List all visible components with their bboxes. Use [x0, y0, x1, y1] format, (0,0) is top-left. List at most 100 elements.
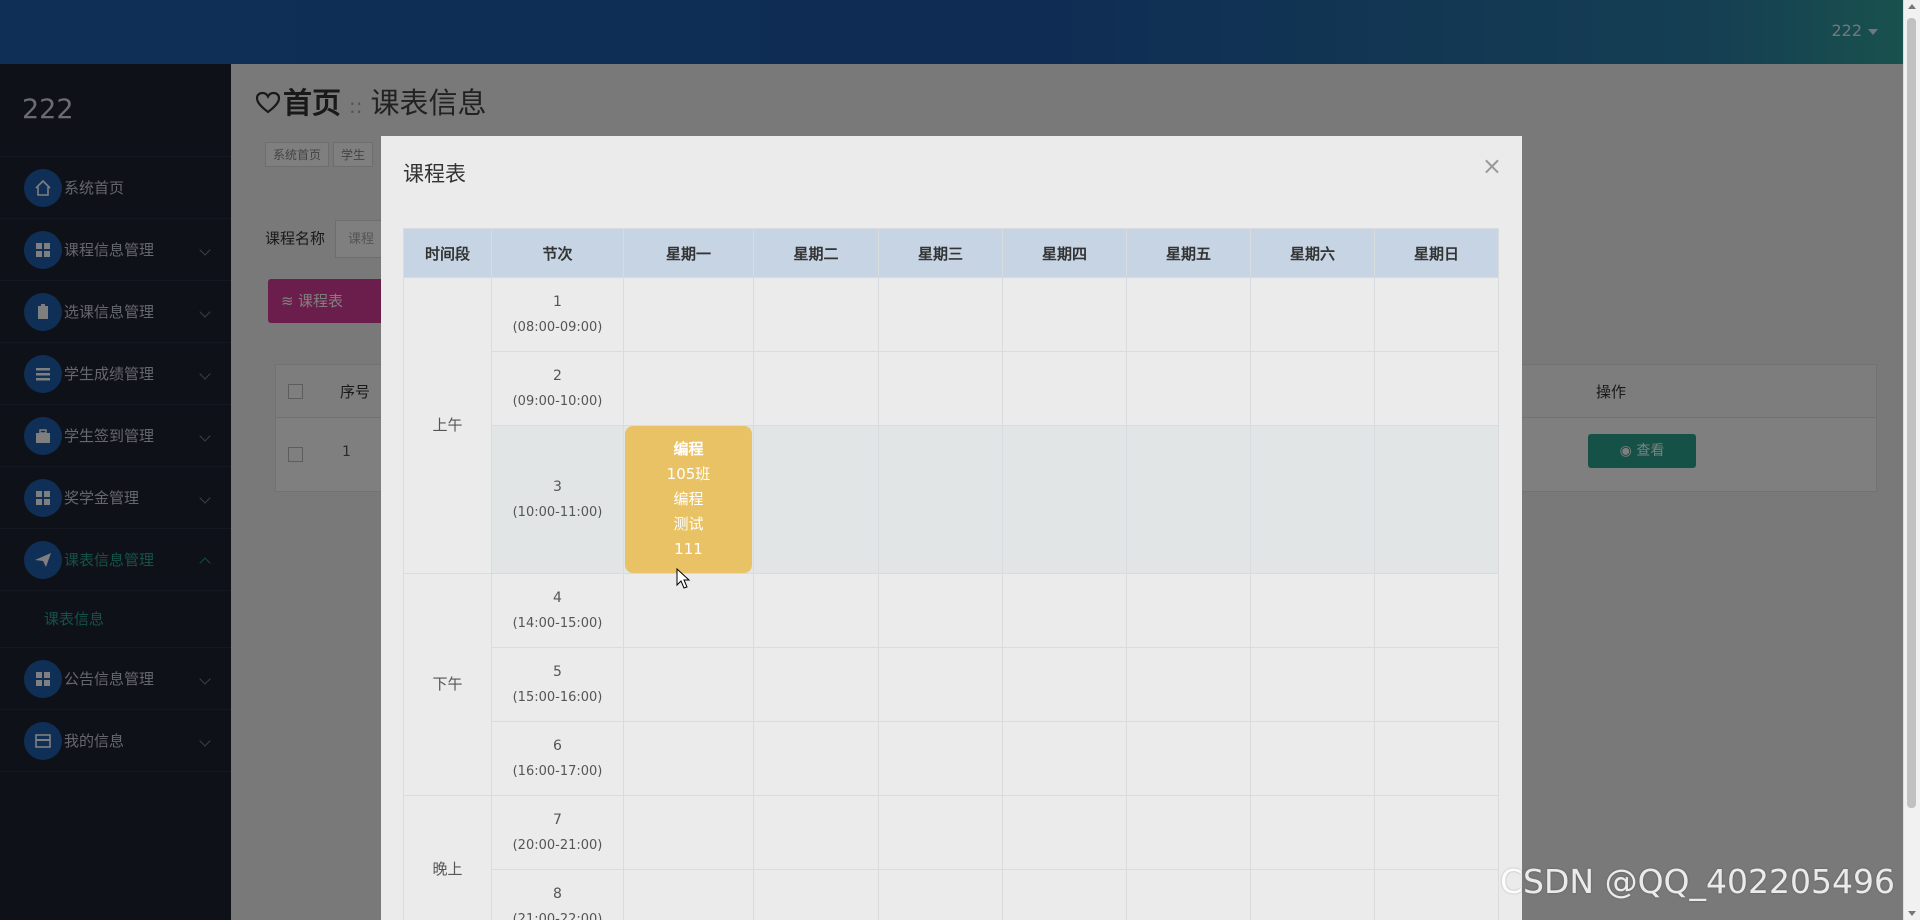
- slot-time: (15:00-16:00): [512, 689, 603, 705]
- schedule-cell[interactable]: [623, 721, 754, 796]
- schedule-cell[interactable]: [878, 351, 1003, 426]
- schedule-cell[interactable]: [1374, 647, 1499, 722]
- slot-time: (14:00-15:00): [512, 615, 603, 631]
- schedule-cell[interactable]: [1002, 869, 1127, 920]
- schedule-cell[interactable]: [753, 277, 879, 352]
- schedule-table: 时间段 节次 星期一 星期二 星期三 星期四 星期五 星期六 星期日 上午 1 (…: [403, 228, 1499, 920]
- schedule-cell[interactable]: [623, 277, 754, 352]
- close-icon[interactable]: ×: [1482, 152, 1502, 180]
- schedule-cell[interactable]: [878, 869, 1003, 920]
- course-room: 111: [674, 540, 703, 558]
- schedule-cell[interactable]: [1374, 277, 1499, 352]
- slot-cell: 8 (21:00-22:00): [491, 869, 624, 920]
- schedule-cell[interactable]: [878, 573, 1003, 648]
- slot-time: (16:00-17:00): [512, 763, 603, 779]
- slot-number: 3: [553, 478, 562, 495]
- slot-number: 4: [553, 589, 562, 606]
- schedule-row: 下午 4 (14:00-15:00): [403, 573, 1499, 796]
- schedule-cell[interactable]: [623, 795, 754, 870]
- schedule-cell[interactable]: [878, 647, 1003, 722]
- header-friday: 星期五: [1126, 228, 1251, 278]
- scrollbar-thumb[interactable]: [1907, 18, 1916, 808]
- schedule-cell[interactable]: [753, 721, 879, 796]
- schedule-cell[interactable]: [1374, 721, 1499, 796]
- schedule-cell[interactable]: [1250, 795, 1375, 870]
- schedule-row-highlighted: 3 (10:00-11:00) 编程 105班 编程 测试 111: [404, 425, 1499, 574]
- header-monday: 星期一: [623, 228, 754, 278]
- schedule-cell[interactable]: [1250, 351, 1375, 426]
- schedule-header-row: 时间段 节次 星期一 星期二 星期三 星期四 星期五 星期六 星期日: [403, 228, 1499, 278]
- schedule-cell[interactable]: [1250, 425, 1375, 574]
- schedule-row: 晚上 7 (20:00-21:00): [403, 795, 1499, 920]
- slot-time: (21:00-22:00): [512, 911, 603, 920]
- schedule-cell[interactable]: [878, 721, 1003, 796]
- schedule-cell[interactable]: [1002, 647, 1127, 722]
- header-period: 时间段: [403, 228, 492, 278]
- schedule-cell[interactable]: [753, 425, 879, 574]
- schedule-cell[interactable]: [753, 351, 879, 426]
- schedule-cell[interactable]: [623, 647, 754, 722]
- schedule-cell[interactable]: [1002, 795, 1127, 870]
- slot-cell: 4 (14:00-15:00): [491, 573, 624, 648]
- schedule-cell[interactable]: [1126, 351, 1251, 426]
- header-tuesday: 星期二: [753, 228, 879, 278]
- schedule-row: 8 (21:00-22:00): [404, 869, 1499, 920]
- schedule-cell[interactable]: [1126, 573, 1251, 648]
- course-card[interactable]: 编程 105班 编程 测试 111: [625, 426, 752, 573]
- schedule-cell[interactable]: [1002, 351, 1127, 426]
- schedule-cell[interactable]: [1374, 351, 1499, 426]
- schedule-row: 2 (09:00-10:00): [404, 351, 1499, 426]
- schedule-cell[interactable]: [1002, 573, 1127, 648]
- schedule-cell[interactable]: [1002, 277, 1127, 352]
- slot-time: (20:00-21:00): [512, 837, 603, 853]
- slot-time: (10:00-11:00): [512, 504, 603, 520]
- schedule-cell[interactable]: [1250, 277, 1375, 352]
- header-sunday: 星期日: [1374, 228, 1499, 278]
- slot-cell: 7 (20:00-21:00): [491, 795, 624, 870]
- header-slot: 节次: [491, 228, 624, 278]
- watermark: CSDN @QQ_402205496: [1500, 862, 1895, 901]
- schedule-cell[interactable]: [1126, 647, 1251, 722]
- slot-cell: 5 (15:00-16:00): [491, 647, 624, 722]
- schedule-cell[interactable]: [1126, 869, 1251, 920]
- scroll-down-arrow-icon[interactable]: [1908, 911, 1916, 916]
- schedule-cell[interactable]: [1250, 869, 1375, 920]
- schedule-cell[interactable]: [1126, 425, 1251, 574]
- modal-title: 课程表: [403, 162, 466, 186]
- slot-cell: 2 (09:00-10:00): [491, 351, 624, 426]
- schedule-cell[interactable]: [1250, 647, 1375, 722]
- schedule-cell[interactable]: [878, 425, 1003, 574]
- schedule-cell-monday[interactable]: 编程 105班 编程 测试 111: [623, 425, 754, 574]
- schedule-cell[interactable]: [1250, 721, 1375, 796]
- header-thursday: 星期四: [1002, 228, 1127, 278]
- schedule-cell[interactable]: [623, 351, 754, 426]
- schedule-cell[interactable]: [1374, 573, 1499, 648]
- schedule-cell[interactable]: [753, 795, 879, 870]
- slot-time: (08:00-09:00): [512, 319, 603, 335]
- schedule-cell[interactable]: [753, 647, 879, 722]
- course-teacher: 测试: [673, 515, 704, 533]
- schedule-cell[interactable]: [878, 277, 1003, 352]
- schedule-cell[interactable]: [1374, 795, 1499, 870]
- page-scrollbar[interactable]: [1903, 0, 1920, 920]
- scroll-up-arrow-icon[interactable]: [1908, 4, 1916, 9]
- schedule-cell[interactable]: [1126, 277, 1251, 352]
- slot-cell: 6 (16:00-17:00): [491, 721, 624, 796]
- schedule-cell[interactable]: [1126, 795, 1251, 870]
- schedule-cell[interactable]: [1374, 425, 1499, 574]
- slot-number: 7: [553, 811, 562, 828]
- schedule-cell[interactable]: [753, 573, 879, 648]
- schedule-cell[interactable]: [1374, 869, 1499, 920]
- course-subject: 编程: [673, 490, 704, 508]
- schedule-cell[interactable]: [753, 869, 879, 920]
- schedule-cell[interactable]: [1002, 721, 1127, 796]
- schedule-cell[interactable]: [878, 795, 1003, 870]
- schedule-cell[interactable]: [623, 869, 754, 920]
- schedule-modal: 课程表 × 时间段 节次 星期一 星期二 星期三 星期四 星期五 星期六 星期日…: [381, 136, 1522, 920]
- schedule-cell[interactable]: [1250, 573, 1375, 648]
- slot-number: 2: [553, 367, 562, 384]
- schedule-cell[interactable]: [1002, 425, 1127, 574]
- slot-cell: 1 (08:00-09:00): [491, 277, 624, 352]
- header-saturday: 星期六: [1250, 228, 1375, 278]
- schedule-cell[interactable]: [1126, 721, 1251, 796]
